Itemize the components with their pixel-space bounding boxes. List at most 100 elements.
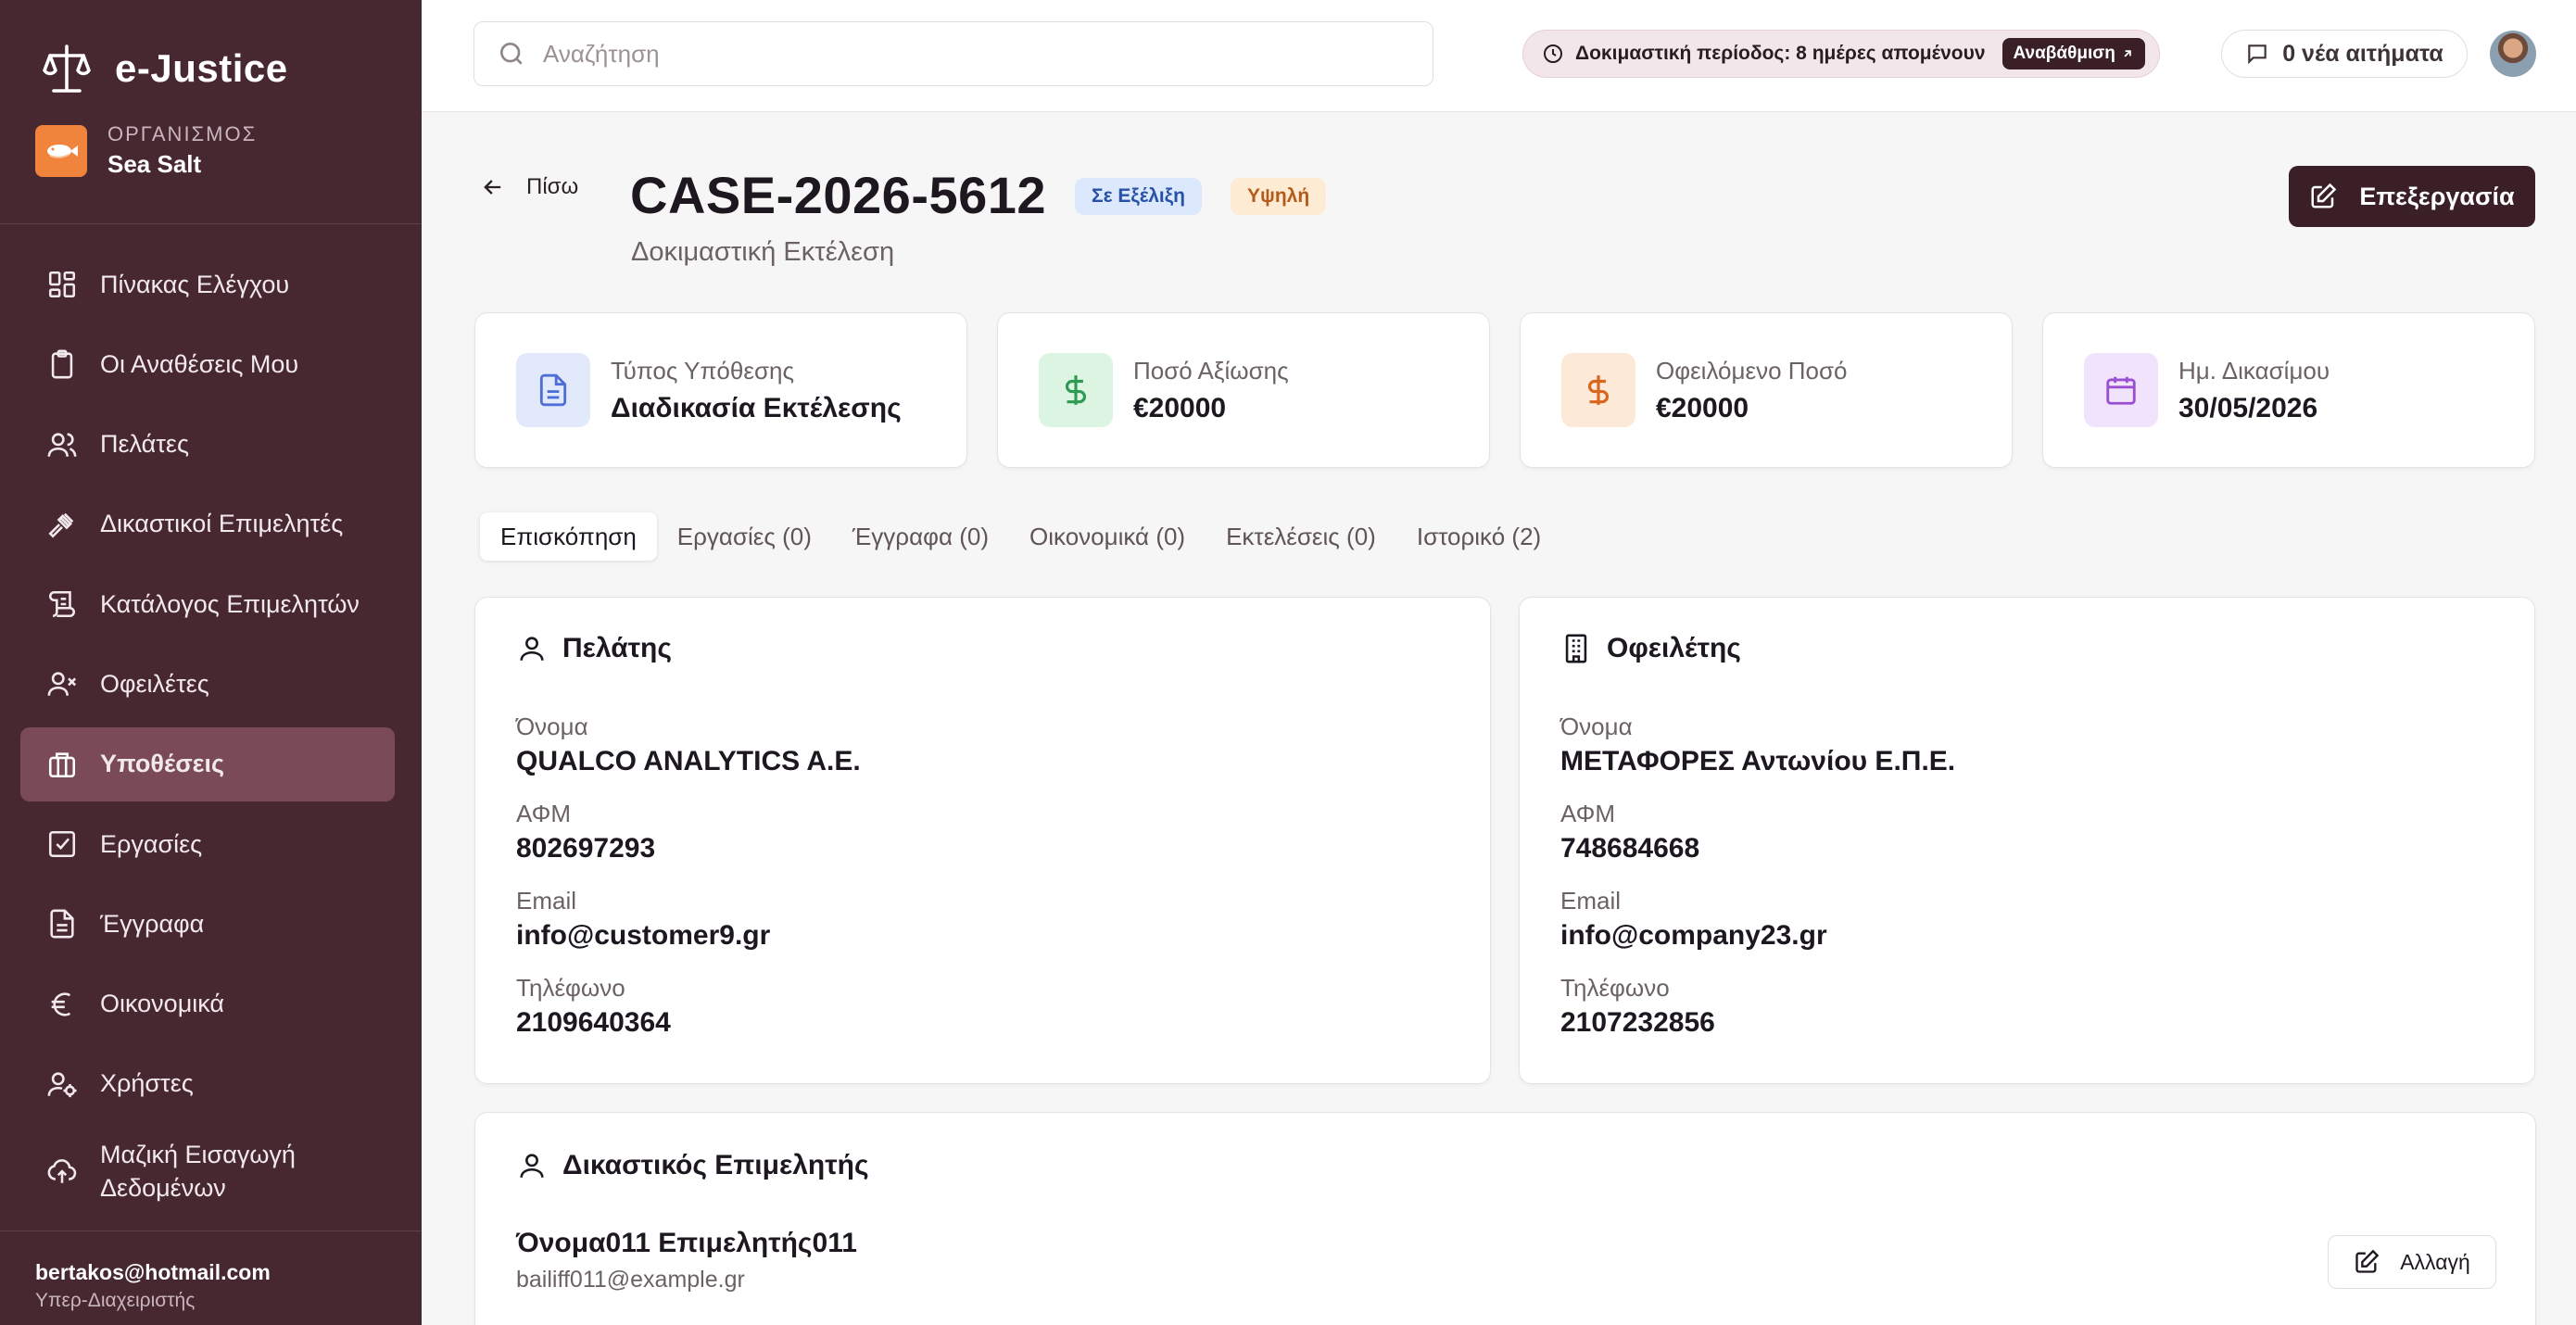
sidebar-item-label: Έγγραφα bbox=[100, 909, 205, 938]
field-label: Τηλέφωνο bbox=[516, 974, 625, 1002]
card-title: Οφειλέτης bbox=[1607, 633, 1741, 663]
search-box[interactable] bbox=[474, 21, 1433, 86]
client-phone: 2109640364 bbox=[516, 1007, 671, 1038]
sidebar-item-label: Εργασίες bbox=[100, 829, 203, 858]
calendar-icon bbox=[2106, 376, 2136, 405]
user-gear-icon bbox=[47, 1072, 77, 1098]
tab-history[interactable]: Ιστορικό (2) bbox=[1396, 512, 1561, 561]
sidebar-item-users[interactable]: Χρήστες bbox=[20, 1047, 395, 1121]
org-label: ΟΡΓΑΝΙΣΜΟΣ bbox=[107, 122, 258, 145]
brand[interactable]: e-Justice bbox=[43, 43, 288, 95]
organization[interactable]: ΟΡΓΑΝΙΣΜΟΣ Sea Salt bbox=[35, 122, 257, 179]
stat-icon-box bbox=[1039, 353, 1113, 427]
checkbox-icon bbox=[48, 831, 76, 858]
stat-value: €20000 bbox=[1133, 392, 1227, 423]
user-icon bbox=[520, 637, 544, 661]
clock-icon bbox=[1544, 44, 1562, 63]
sidebar-item-bailiff-catalog[interactable]: Κατάλογος Επιμελητών bbox=[20, 567, 395, 641]
user-email[interactable]: bertakos@hotmail.com bbox=[35, 1260, 271, 1285]
client-name: QUALCO ANALYTICS A.E. bbox=[516, 746, 861, 776]
status-badge: Σε Εξέλιξη bbox=[1075, 178, 1202, 215]
requests-button[interactable]: 0 νέα αιτήματα bbox=[2221, 30, 2468, 78]
arrow-up-right-icon bbox=[2124, 50, 2131, 57]
edit-icon bbox=[2355, 1249, 2380, 1273]
document-icon bbox=[50, 909, 74, 939]
tab-documents[interactable]: Έγγραφα (0) bbox=[832, 512, 1009, 561]
client-email: info@customer9.gr bbox=[516, 920, 771, 951]
stat-label: Οφειλόμενο Ποσό bbox=[1656, 356, 1848, 385]
stat-icon-box bbox=[2084, 353, 2158, 427]
debtor-phone: 2107232856 bbox=[1560, 1007, 1715, 1038]
debtor-email: info@company23.gr bbox=[1560, 920, 1827, 951]
sidebar-item-tasks[interactable]: Εργασίες bbox=[20, 807, 395, 881]
tab-finance[interactable]: Οικονομικά (0) bbox=[1009, 512, 1206, 561]
sidebar-item-bailiffs[interactable]: Δικαστικοί Επιμελητές bbox=[20, 487, 395, 562]
field-label: Email bbox=[516, 887, 577, 915]
scroll-icon bbox=[48, 591, 76, 618]
client-card: Πελάτης Όνομα QUALCO ANALYTICS A.E. ΑΦΜ … bbox=[474, 597, 1491, 1084]
tab-tasks[interactable]: Εργασίες (0) bbox=[657, 512, 832, 561]
stat-value: 30/05/2026 bbox=[2178, 392, 2318, 423]
sidebar-item-label: Πελάτες bbox=[100, 430, 189, 459]
stat-card-hearing-date: Ημ. Δικασίμου 30/05/2026 bbox=[2042, 312, 2535, 468]
sidebar-item-finance[interactable]: Οικονομικά bbox=[20, 967, 395, 1041]
bailiff-name: Όνομα011 Επιμελητής011 bbox=[516, 1228, 857, 1258]
card-header: Πελάτης bbox=[516, 633, 672, 664]
sidebar-item-bulk-import[interactable]: Μαζική Εισαγωγή Δεδομένων bbox=[20, 1127, 395, 1216]
stat-card-owed-amount: Οφειλόμενο Ποσό €20000 bbox=[1520, 312, 2013, 468]
search-icon bbox=[500, 43, 523, 65]
avatar[interactable] bbox=[2490, 31, 2536, 77]
stat-label: Ημ. Δικασίμου bbox=[2178, 356, 2330, 385]
sidebar-item-label: Οικονομικά bbox=[100, 990, 225, 1018]
dollar-icon bbox=[1588, 375, 1609, 405]
sidebar-item-label: Οφειλέτες bbox=[100, 669, 209, 698]
edit-icon bbox=[2311, 183, 2337, 208]
trial-text: Δοκιμαστική περίοδος: 8 ημέρες απομένουν bbox=[1575, 43, 1986, 64]
sidebar-item-label: Οι Αναθέσεις Μου bbox=[100, 349, 299, 378]
briefcase-icon bbox=[48, 752, 76, 777]
tab-executions[interactable]: Εκτελέσεις (0) bbox=[1206, 512, 1396, 561]
building-icon bbox=[1565, 634, 1587, 663]
sidebar-item-dashboard[interactable]: Πίνακας Ελέγχου bbox=[20, 247, 395, 322]
tab-overview[interactable]: Επισκόπηση bbox=[480, 512, 657, 561]
app-name: e-Justice bbox=[115, 46, 288, 90]
field-label: ΑΦΜ bbox=[516, 800, 571, 827]
back-label: Πίσω bbox=[526, 174, 579, 199]
debtor-vat: 748684668 bbox=[1560, 833, 1700, 864]
card-title: Πελάτης bbox=[562, 633, 672, 663]
sidebar: e-Justice ΟΡΓΑΝΙΣΜΟΣ Sea Salt Πίνακας Ελ… bbox=[0, 0, 422, 1325]
sidebar-item-debtors[interactable]: Οφειλέτες bbox=[20, 647, 395, 721]
upgrade-button[interactable]: Αναβάθμιση bbox=[2001, 38, 2145, 69]
stat-label: Ποσό Αξίωσης bbox=[1133, 356, 1289, 385]
sidebar-item-my-assignments[interactable]: Οι Αναθέσεις Μου bbox=[20, 327, 395, 401]
card-title: Δικαστικός Επιμελητής bbox=[562, 1150, 869, 1180]
euro-icon bbox=[51, 992, 71, 1016]
edit-button[interactable]: Επεξεργασία bbox=[2289, 166, 2535, 227]
upgrade-label: Αναβάθμιση bbox=[2013, 44, 2115, 63]
sidebar-item-documents[interactable]: Έγγραφα bbox=[20, 887, 395, 961]
sidebar-item-cases[interactable]: Υποθέσεις bbox=[20, 726, 395, 801]
field-label: Όνομα bbox=[516, 713, 588, 740]
page-title: CASE-2026-5612 bbox=[630, 166, 1047, 224]
field-label: Email bbox=[1560, 887, 1622, 915]
back-button[interactable]: Πίσω bbox=[480, 174, 578, 200]
sidebar-item-clients[interactable]: Πελάτες bbox=[20, 408, 395, 482]
cloud-upload-icon bbox=[47, 1159, 77, 1184]
gavel-icon bbox=[48, 512, 74, 538]
sidebar-item-label: Υποθέσεις bbox=[100, 750, 225, 778]
change-bailiff-button[interactable]: Αλλαγή bbox=[2328, 1235, 2496, 1289]
stat-value: Διαδικασία Εκτέλεσης bbox=[611, 392, 902, 423]
debtor-name: ΜΕΤΑΦΟΡΕΣ Αντωνίου Ε.Π.Ε. bbox=[1560, 746, 1956, 776]
stat-icon-box bbox=[516, 353, 590, 427]
stat-label: Τύπος Υπόθεσης bbox=[611, 356, 794, 385]
message-icon bbox=[2248, 44, 2267, 65]
stat-card-claim-amount: Ποσό Αξίωσης €20000 bbox=[997, 312, 1490, 468]
page-subtitle: Δοκιμαστική Εκτέλεση bbox=[631, 237, 895, 267]
requests-label: 0 νέα αιτήματα bbox=[2282, 40, 2443, 67]
search-input[interactable] bbox=[543, 39, 1377, 69]
user-role: Υπερ-Διαχειριστής bbox=[35, 1290, 196, 1311]
stat-card-case-type: Τύπος Υπόθεσης Διαδικασία Εκτέλεσης bbox=[474, 312, 967, 468]
scales-icon bbox=[43, 44, 91, 93]
trial-banner: Δοκιμαστική περίοδος: 8 ημέρες απομένουν… bbox=[1522, 30, 2160, 78]
dashboard-icon bbox=[48, 271, 76, 298]
